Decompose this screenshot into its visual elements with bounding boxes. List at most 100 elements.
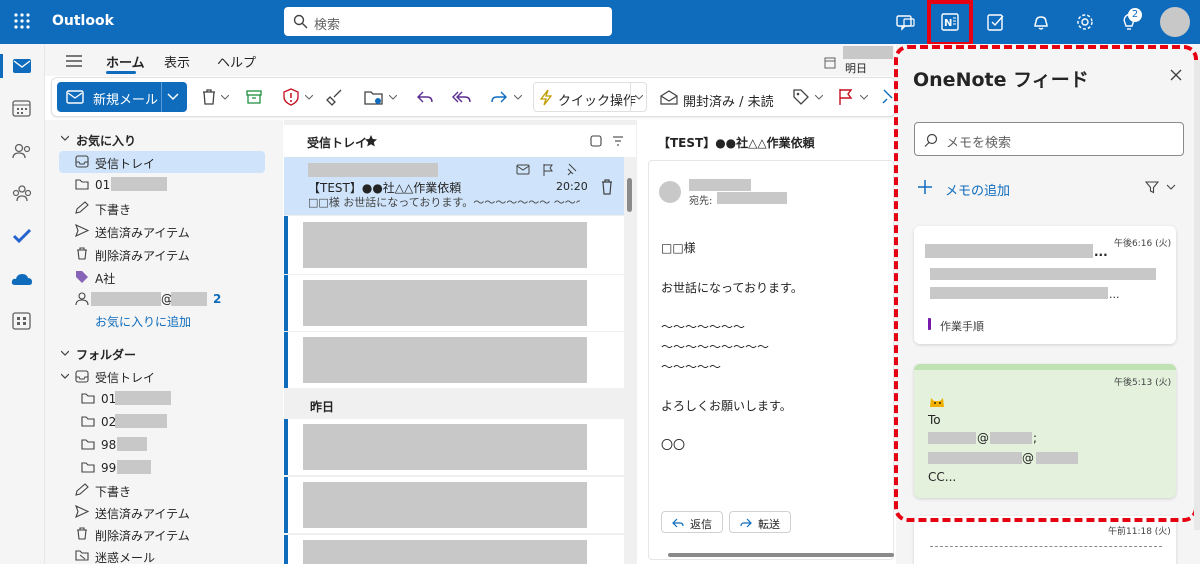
sweep-broom-icon[interactable] [326, 88, 344, 106]
add-note-button[interactable]: メモの追加 [945, 180, 1010, 199]
message-item[interactable] [284, 216, 624, 274]
quick-action-button[interactable]: クイック操作 [533, 82, 647, 112]
avatar[interactable] [1160, 7, 1190, 37]
archive-icon[interactable] [245, 88, 263, 106]
message-item[interactable] [284, 477, 624, 533]
redacted-message [303, 540, 587, 564]
bell-icon[interactable] [1029, 10, 1053, 34]
folders-header[interactable]: フォルダー [76, 346, 136, 363]
reply-label: 返信 [690, 518, 712, 531]
junk-folder-icon [75, 550, 89, 561]
folder-junk[interactable]: 迷惑メール [95, 549, 155, 564]
pin-icon[interactable] [565, 163, 577, 176]
forward-button[interactable]: 転送 [729, 511, 791, 533]
tab-home[interactable]: ホーム [106, 52, 145, 71]
chevron-down-icon[interactable] [61, 373, 69, 379]
section-color-bar [928, 318, 931, 330]
selected-message-item[interactable]: 【TEST】●●社△△作業依頼 20:20 □□様 お世話になっております。～～… [284, 157, 624, 215]
star-icon[interactable] [364, 134, 378, 148]
redacted-event-title [843, 46, 893, 59]
select-mode-icon[interactable] [590, 135, 602, 147]
favorite-a-company[interactable]: A社 [95, 270, 115, 287]
chevron-down-icon[interactable] [221, 95, 229, 100]
close-icon[interactable] [1170, 69, 1182, 81]
reading-hscrollbar[interactable] [668, 553, 894, 557]
note-card[interactable]: 午前11:18 (火) [914, 516, 1176, 564]
mail-icon[interactable] [12, 58, 32, 74]
to-label: 宛先: [689, 196, 713, 207]
favorite-sent[interactable]: 送信済みアイテム [95, 224, 190, 241]
chevron-down-icon[interactable] [815, 95, 823, 100]
delete-trash-icon[interactable] [200, 88, 218, 106]
onenote-scrollbar[interactable] [1194, 60, 1200, 530]
tab-view[interactable]: 表示 [164, 52, 190, 71]
category-tag-icon [76, 271, 88, 283]
more-apps-icon[interactable] [12, 312, 32, 330]
folder-drafts[interactable]: 下書き [95, 483, 131, 500]
onenote-search-input[interactable]: メモを検索 [914, 122, 1184, 156]
folder-02[interactable]: 02 [101, 415, 116, 429]
plus-icon[interactable] [918, 180, 932, 194]
delete-trash-icon[interactable] [600, 179, 614, 195]
chevron-down-icon[interactable] [860, 95, 868, 100]
onedrive-cloud-icon[interactable] [11, 272, 33, 286]
calendar-small-icon [824, 57, 836, 69]
chevron-down-icon[interactable] [305, 95, 313, 100]
filter-funnel-icon[interactable] [1145, 181, 1159, 194]
reply-icon[interactable] [416, 88, 434, 106]
chevron-down-icon[interactable] [514, 95, 522, 100]
sticky-note-card[interactable]: 午後5:13 (火) To @ ; @ CC... [914, 364, 1176, 498]
reply-all-icon[interactable] [452, 88, 472, 106]
draft-pencil-icon [75, 483, 89, 496]
reading-pane: 【TEST】●●社△△作業依頼 宛先: □□様 お世話になっております。 ～～～… [648, 120, 894, 564]
folder-deleted[interactable]: 削除済みアイテム [95, 527, 190, 544]
mark-read-icon[interactable] [516, 164, 530, 175]
list-scrollbar[interactable] [625, 160, 635, 564]
chevron-down-icon[interactable] [61, 135, 69, 141]
list-scrollbar-thumb[interactable] [627, 178, 632, 212]
report-shield-icon[interactable] [282, 88, 300, 106]
favorite-drafts[interactable]: 下書き [95, 201, 131, 218]
flag-icon[interactable] [542, 163, 554, 176]
search-box[interactable]: 検索 [284, 7, 612, 36]
move-to-folder-icon[interactable] [364, 88, 384, 106]
calendar-icon[interactable] [12, 99, 32, 117]
tag-icon[interactable] [792, 88, 810, 106]
new-mail-button[interactable]: 新規メール [57, 82, 187, 112]
favorite-deleted[interactable]: 削除済みアイテム [95, 247, 190, 264]
message-item[interactable] [284, 275, 624, 331]
add-favorite-link[interactable]: お気に入りに追加 [95, 313, 191, 330]
selected-folder-highlight[interactable] [59, 151, 265, 173]
forward-icon[interactable] [490, 88, 508, 106]
folder-01[interactable]: 01 [101, 392, 116, 406]
chevron-down-icon[interactable] [635, 95, 643, 100]
message-item[interactable] [284, 535, 624, 564]
hamburger-menu-icon[interactable] [65, 54, 83, 68]
teams-chat-icon[interactable] [894, 10, 918, 34]
chevron-down-icon[interactable] [1166, 184, 1176, 190]
favorites-header[interactable]: お気に入り [76, 132, 136, 149]
tab-help[interactable]: ヘルプ [217, 52, 256, 71]
folder-sent[interactable]: 送信済みアイテム [95, 505, 190, 522]
groups-icon[interactable] [12, 184, 32, 202]
message-item[interactable] [284, 332, 624, 388]
read-unread-button[interactable]: 開封済み / 未読 [683, 91, 774, 110]
note-card[interactable]: 午後6:16 (火) ... ... 作業手順 [914, 226, 1176, 344]
todo-note-icon[interactable] [984, 10, 1008, 34]
message-item[interactable] [284, 419, 624, 475]
people-icon[interactable] [12, 142, 32, 160]
folder-inbox[interactable]: 受信トレイ [95, 369, 155, 386]
inbox-icon [75, 370, 89, 383]
gear-icon[interactable] [1073, 10, 1097, 34]
redacted-folder-name [117, 460, 151, 474]
todo-check-icon[interactable] [12, 227, 32, 245]
filter-lines-icon[interactable] [612, 135, 624, 147]
chevron-down-icon[interactable] [61, 350, 69, 356]
chevron-down-icon[interactable] [389, 95, 397, 100]
chevron-down-icon[interactable] [167, 93, 179, 101]
pin-icon[interactable] [880, 88, 894, 106]
favorite-inbox[interactable]: 受信トレイ [95, 155, 155, 172]
app-launcher-icon[interactable] [14, 13, 30, 29]
flag-icon[interactable] [838, 88, 854, 106]
reply-button[interactable]: 返信 [661, 511, 723, 533]
